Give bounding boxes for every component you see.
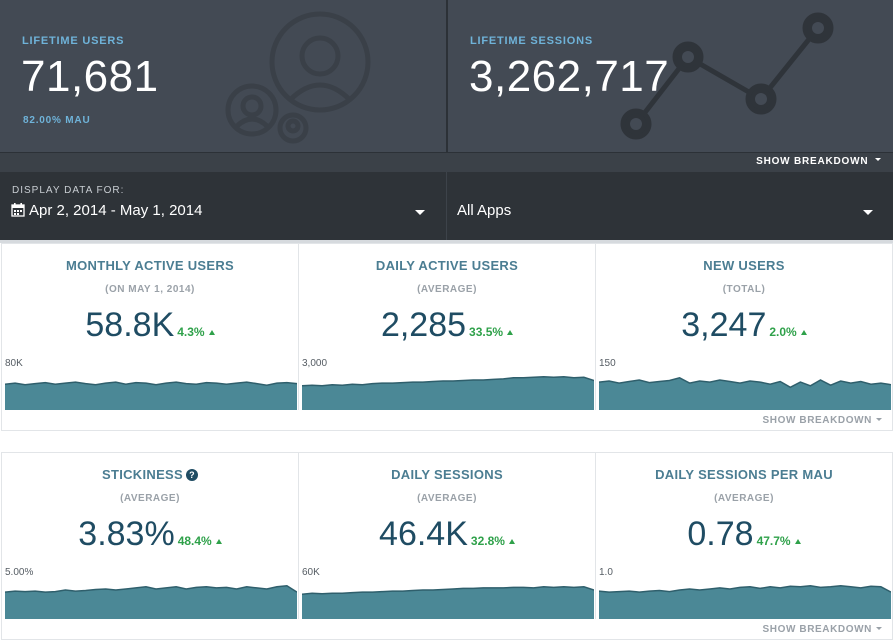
metric-card: NEW USERS (TOTAL) 3,247 2.0% 150 xyxy=(596,244,893,410)
metrics-section-users: MONTHLY ACTIVE USERS (ON MAY 1, 2014) 58… xyxy=(1,243,893,431)
metric-delta-value: 32.8% xyxy=(470,534,505,548)
metric-title: STICKINESS? xyxy=(2,467,298,482)
metric-delta-value: 48.4% xyxy=(177,534,212,548)
metric-value: 58.8K xyxy=(85,306,175,344)
metric-subtitle: (ON MAY 1, 2014) xyxy=(105,284,195,295)
show-breakdown-button[interactable]: SHOW BREAKDOWN xyxy=(762,624,882,635)
metric-value-row: 46.4K 32.8% xyxy=(299,515,595,554)
metric-delta: 2.0% xyxy=(769,325,807,339)
metric-title: DAILY SESSIONS PER MAU xyxy=(655,467,833,482)
sparkline xyxy=(302,376,594,410)
sparkline-area xyxy=(5,382,297,410)
lifetime-sessions-panel: LIFETIME SESSIONS 3,262,717 xyxy=(447,0,893,152)
metric-title: DAILY ACTIVE USERS xyxy=(375,258,519,273)
metric-value: 2,285 xyxy=(380,306,467,344)
trend-up-icon xyxy=(507,330,514,335)
metric-value-row: 0.78 47.7% xyxy=(596,515,892,554)
metric-subtitle: (AVERAGE) xyxy=(417,493,477,504)
sparkline xyxy=(5,381,297,410)
metric-delta-value: 2.0% xyxy=(769,325,797,339)
date-range-select[interactable]: Apr 2, 2014 - May 1, 2014 xyxy=(11,202,431,226)
help-icon[interactable]: ? xyxy=(186,469,198,481)
metric-subtitle: (AVERAGE) xyxy=(120,493,180,504)
metric-title-text: STICKINESS xyxy=(101,467,183,482)
metric-delta: 48.4% xyxy=(178,534,222,548)
filter-bar: DISPLAY DATA FOR: Apr 2, 2014 - May 1, 2… xyxy=(0,172,893,240)
sparkline-area xyxy=(599,585,891,619)
chevron-down-icon xyxy=(876,627,882,630)
trend-up-icon xyxy=(215,539,222,544)
app-select-value: All Apps xyxy=(457,202,512,219)
lifetime-sessions-label: LIFETIME SESSIONS xyxy=(470,35,594,47)
metric-value-row: 2,285 33.5% xyxy=(299,306,595,345)
sparkline xyxy=(302,586,594,619)
trend-up-icon xyxy=(208,330,215,335)
show-breakdown-button[interactable]: SHOW BREAKDOWN xyxy=(756,156,882,167)
metric-title: NEW USERS xyxy=(703,258,785,273)
metric-subtitle: (AVERAGE) xyxy=(417,284,477,295)
sparkline-max-label: 5.00% xyxy=(5,567,34,578)
trend-up-icon xyxy=(794,539,801,544)
metrics-section-sessions: STICKINESS? (AVERAGE) 3.83% 48.4% 5.00% D… xyxy=(1,452,893,640)
sparkline-max-label: 150 xyxy=(599,358,616,369)
metric-card: DAILY SESSIONS PER MAU (AVERAGE) 0.78 47.… xyxy=(596,453,893,619)
date-range-value: Apr 2, 2014 - May 1, 2014 xyxy=(29,202,203,219)
show-breakdown-button[interactable]: SHOW BREAKDOWN xyxy=(762,415,882,426)
sparkline-max-label: 3,000 xyxy=(302,358,328,369)
chevron-down-icon xyxy=(876,418,882,421)
lifetime-users-value: 71,681 xyxy=(21,52,159,101)
lifetime-users-label: LIFETIME USERS xyxy=(22,35,125,47)
sparkline xyxy=(599,376,891,410)
chevron-down-icon xyxy=(875,158,881,161)
sparkline xyxy=(5,585,297,619)
trend-up-icon xyxy=(508,539,515,544)
metric-delta: 32.8% xyxy=(471,534,515,548)
lifetime-sessions-value: 3,262,717 xyxy=(469,52,670,101)
metric-delta-value: 4.3% xyxy=(177,325,205,339)
metric-value-row: 3.83% 48.4% xyxy=(2,515,298,554)
metric-delta: 33.5% xyxy=(469,325,514,339)
metric-value: 3.83% xyxy=(78,515,175,553)
metric-subtitle: (AVERAGE) xyxy=(714,493,774,504)
date-filter-panel: DISPLAY DATA FOR: Apr 2, 2014 - May 1, 2… xyxy=(0,172,447,240)
metric-delta-value: 47.7% xyxy=(756,534,791,548)
trend-up-icon xyxy=(800,330,807,335)
chevron-down-icon xyxy=(415,210,425,215)
sparkline xyxy=(599,585,891,619)
sparkline-area xyxy=(302,376,594,410)
app-select[interactable]: All Apps xyxy=(457,202,881,226)
metric-card: DAILY SESSIONS (AVERAGE) 46.4K 32.8% 60K xyxy=(299,453,596,619)
metric-value-row: 3,247 2.0% xyxy=(596,306,892,345)
metric-value: 3,247 xyxy=(681,306,767,344)
metric-value: 46.4K xyxy=(379,515,468,553)
show-breakdown-label: SHOW BREAKDOWN xyxy=(756,156,869,167)
mau-percentage: 82.00% MAU xyxy=(23,115,91,126)
lifetime-users-panel: LIFETIME USERS 71,681 82.00% MAU xyxy=(0,0,447,152)
sparkline-max-label: 1.0 xyxy=(599,567,613,578)
chevron-down-icon xyxy=(863,210,873,215)
metric-subtitle: (TOTAL) xyxy=(722,284,766,295)
metric-card: DAILY ACTIVE USERS (AVERAGE) 2,285 33.5% … xyxy=(299,244,596,410)
metric-delta-value: 33.5% xyxy=(469,325,504,339)
metric-value: 0.78 xyxy=(687,515,754,553)
metric-title: DAILY SESSIONS xyxy=(391,467,503,482)
show-breakdown-label: SHOW BREAKDOWN xyxy=(762,624,872,635)
hero-breakdown-bar: SHOW BREAKDOWN xyxy=(0,152,893,172)
display-data-label: DISPLAY DATA FOR: xyxy=(12,185,125,196)
metric-value-row: 58.8K 4.3% xyxy=(2,306,298,345)
metric-card: MONTHLY ACTIVE USERS (ON MAY 1, 2014) 58… xyxy=(2,244,299,410)
sparkline-max-label: 80K xyxy=(5,358,23,369)
metric-card: STICKINESS? (AVERAGE) 3.83% 48.4% 5.00% xyxy=(2,453,299,619)
show-breakdown-label: SHOW BREAKDOWN xyxy=(762,415,872,426)
metric-delta: 47.7% xyxy=(757,534,801,548)
metric-delta: 4.3% xyxy=(177,325,215,339)
hero-band: LIFETIME USERS 71,681 82.00% MAU LIFETIM… xyxy=(0,0,893,152)
calendar-icon xyxy=(11,203,25,217)
sparkline-max-label: 60K xyxy=(302,567,320,578)
sparkline-area xyxy=(5,585,297,619)
sparkline-area xyxy=(302,586,594,619)
metric-title: MONTHLY ACTIVE USERS xyxy=(65,258,235,273)
